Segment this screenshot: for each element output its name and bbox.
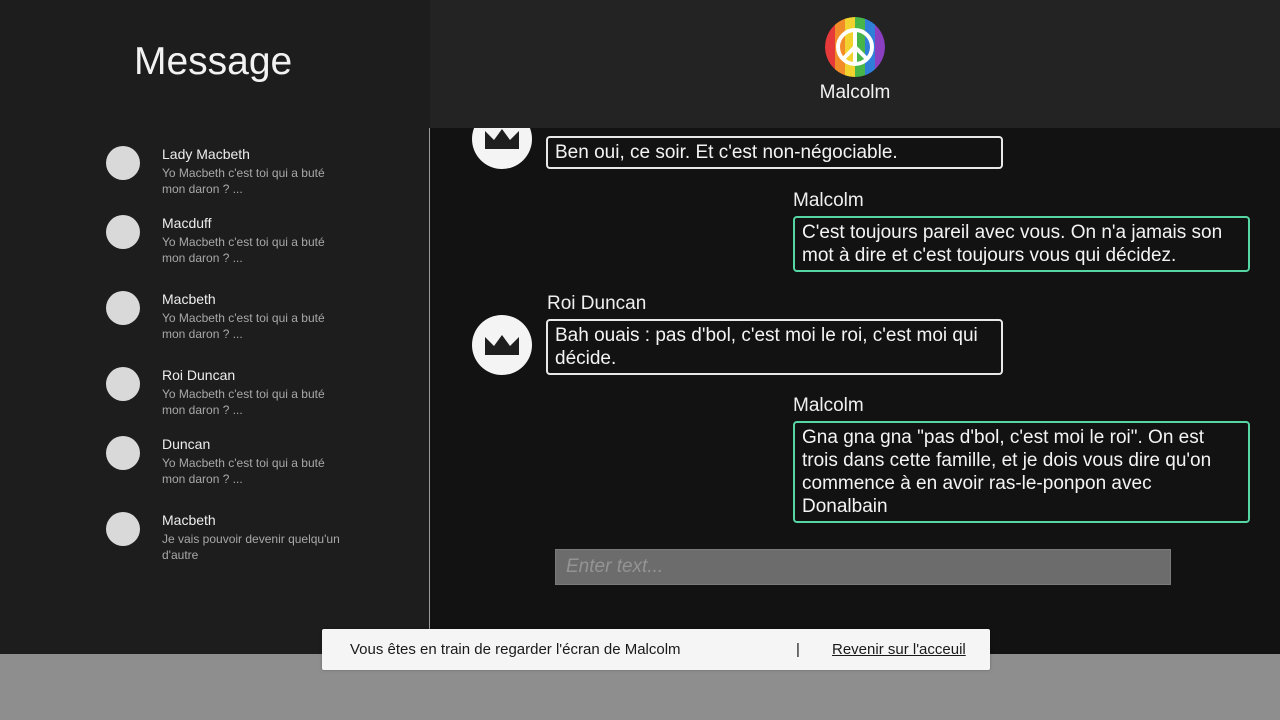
messaging-app: Message Lady Macbeth Yo Macbeth c'est to… <box>0 0 1280 654</box>
contact-name: Lady Macbeth <box>162 146 250 162</box>
message-sender: Malcolm <box>793 395 864 416</box>
avatar <box>106 146 140 180</box>
contact-name: Macbeth <box>162 512 216 528</box>
message-input[interactable] <box>555 549 1171 585</box>
avatar <box>106 215 140 249</box>
contact-name: Macduff <box>162 215 212 231</box>
message-bubble: Bah ouais : pas d'bol, c'est moi le roi,… <box>546 319 1003 375</box>
peace-sign-icon <box>825 17 885 77</box>
notice-text: Vous êtes en train de regarder l'écran d… <box>350 641 681 658</box>
contact-name: Roi Duncan <box>162 367 236 383</box>
contact-preview: Je vais pouvoir devenir quelqu'un d'autr… <box>162 532 340 562</box>
crown-icon <box>472 128 532 169</box>
chat-contact-name: Malcolm <box>819 82 891 103</box>
avatar <box>106 291 140 325</box>
message-bubble-own: C'est toujours pareil avec vous. On n'a … <box>793 216 1250 272</box>
message-bubble: Ben oui, ce soir. Et c'est non-négociabl… <box>546 136 1003 169</box>
sidebar: Message Lady Macbeth Yo Macbeth c'est to… <box>0 0 430 654</box>
message-sender: Malcolm <box>793 190 864 211</box>
avatar <box>106 367 140 401</box>
notice-separator: | <box>796 641 800 658</box>
contact-preview: Yo Macbeth c'est toi qui a buté mon daro… <box>162 387 325 417</box>
contact-item-macbeth[interactable]: Macbeth Yo Macbeth c'est toi qui a buté … <box>106 291 406 351</box>
contact-item-lady-macbeth[interactable]: Lady Macbeth Yo Macbeth c'est toi qui a … <box>106 146 406 206</box>
back-home-link[interactable]: Revenir sur l'acceuil <box>832 641 966 658</box>
screen-notice-bar: Vous êtes en train de regarder l'écran d… <box>322 629 990 670</box>
contact-preview: Yo Macbeth c'est toi qui a buté mon daro… <box>162 235 325 265</box>
avatar <box>106 512 140 546</box>
contact-item-macbeth-2[interactable]: Macbeth Je vais pouvoir devenir quelqu'u… <box>106 512 406 572</box>
message-bubble-own: Gna gna gna "pas d'bol, c'est moi le roi… <box>793 421 1250 523</box>
contact-preview: Yo Macbeth c'est toi qui a buté mon daro… <box>162 456 325 486</box>
contact-preview: Yo Macbeth c'est toi qui a buté mon daro… <box>162 311 325 341</box>
contact-preview: Yo Macbeth c'est toi qui a buté mon daro… <box>162 166 325 196</box>
avatar <box>106 436 140 470</box>
chat-area: Ben oui, ce soir. Et c'est non-négociabl… <box>430 128 1280 654</box>
contact-name: Macbeth <box>162 291 216 307</box>
chat-header: Malcolm <box>430 0 1280 128</box>
crown-icon <box>472 315 532 375</box>
contact-item-macduff[interactable]: Macduff Yo Macbeth c'est toi qui a buté … <box>106 215 406 275</box>
message-sender: Roi Duncan <box>547 293 647 314</box>
contact-name: Duncan <box>162 436 211 452</box>
contact-item-roi-duncan[interactable]: Roi Duncan Yo Macbeth c'est toi qui a bu… <box>106 367 406 427</box>
sidebar-title: Message <box>134 40 293 83</box>
contact-item-duncan[interactable]: Duncan Yo Macbeth c'est toi qui a buté m… <box>106 436 406 496</box>
